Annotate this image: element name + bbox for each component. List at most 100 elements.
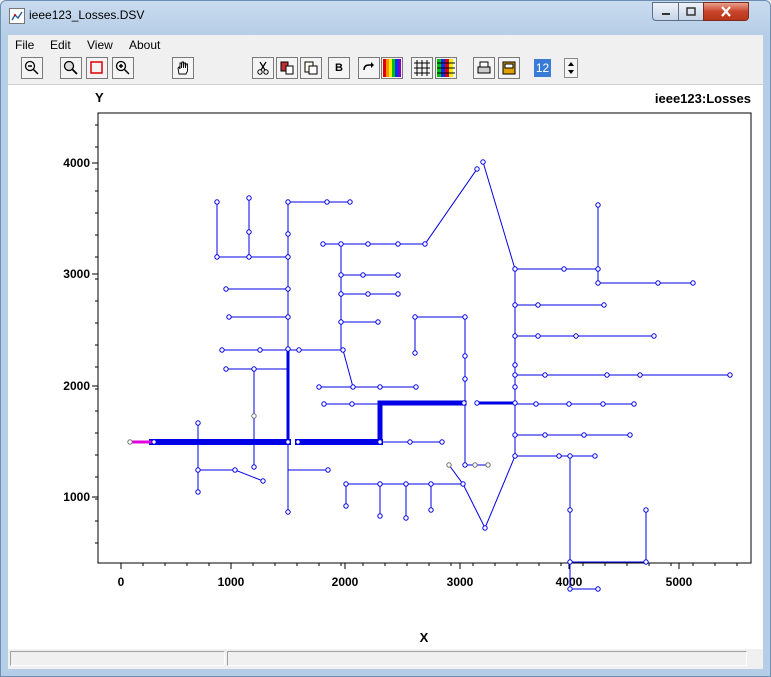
- bus-node: [595, 202, 601, 208]
- bus-node: [343, 503, 349, 509]
- bus-node: [512, 266, 518, 272]
- x-tick-label: 3000: [447, 575, 474, 589]
- grid-color-button[interactable]: [435, 57, 457, 79]
- close-button[interactable]: [703, 2, 749, 21]
- grid-button[interactable]: [411, 57, 433, 79]
- bus-node: [690, 280, 696, 286]
- zoom-out-button[interactable]: [21, 57, 43, 79]
- bus-node: [542, 372, 548, 378]
- title-bar[interactable]: ieee123_Losses.DSV: [1, 1, 770, 31]
- bus-node: [412, 350, 418, 356]
- bus-node: [412, 314, 418, 320]
- bus-node: [512, 384, 518, 390]
- bus-node: [285, 439, 291, 445]
- menu-view[interactable]: View: [87, 38, 113, 52]
- menu-file[interactable]: File: [15, 38, 34, 52]
- bus-node: [567, 453, 573, 459]
- redraw-icon: [363, 62, 374, 71]
- bus-node: [474, 400, 480, 406]
- bus-node: [257, 347, 263, 353]
- bus-node: [485, 462, 491, 468]
- print-button[interactable]: [473, 57, 495, 79]
- bus-node: [446, 462, 452, 468]
- bus-node: [251, 366, 257, 372]
- y-tick-label: 3000: [63, 267, 90, 281]
- bus-node: [296, 347, 302, 353]
- bus-node: [320, 241, 326, 247]
- bus-node: [512, 453, 518, 459]
- status-pane-1: [10, 651, 225, 666]
- zoom-box-button[interactable]: [86, 57, 108, 79]
- bus-node: [260, 478, 266, 484]
- client-area: File Edit View About B 12 Y ieee123:Loss…: [8, 35, 763, 669]
- bus-nodes: [127, 159, 733, 592]
- window-title: ieee123_Losses.DSV: [29, 8, 145, 22]
- bus-node: [637, 372, 643, 378]
- plot-canvas[interactable]: Y ieee123:Losses X 0 1000 2000 3000 4000 5000…: [8, 85, 763, 649]
- maximize-button[interactable]: [678, 2, 704, 21]
- menu-about[interactable]: About: [129, 38, 160, 52]
- circuit-plot[interactable]: Y ieee123:Losses X 0 1000 2000 3000 4000 5000…: [8, 85, 763, 649]
- bus-node: [321, 401, 327, 407]
- x-tick-label: 1000: [218, 575, 245, 589]
- bus-node: [643, 559, 649, 565]
- zoom-icon: [63, 60, 78, 75]
- cut-icon: [257, 61, 269, 75]
- cut-button[interactable]: [252, 57, 274, 79]
- toolbar: B 12: [8, 54, 763, 85]
- bus-node: [643, 507, 649, 513]
- bus-node: [338, 272, 344, 278]
- bus-node: [512, 302, 518, 308]
- font-size-spinner[interactable]: [564, 58, 578, 78]
- feeder-segment: [448, 464, 464, 485]
- zoom-out-icon: [24, 60, 39, 75]
- zoom-button[interactable]: [60, 57, 82, 79]
- bus-node: [460, 481, 466, 487]
- y-tick-label: 4000: [63, 156, 90, 170]
- bus-node: [651, 333, 657, 339]
- menu-edit[interactable]: Edit: [50, 38, 71, 52]
- bus-node: [403, 481, 409, 487]
- bus-node: [428, 481, 434, 487]
- y-tick-label: 1000: [63, 490, 90, 504]
- bus-node: [223, 286, 229, 292]
- bus-node: [251, 464, 257, 470]
- bus-node: [360, 272, 366, 278]
- bus-node: [727, 372, 733, 378]
- copy-icon: [280, 61, 294, 75]
- bus-node: [556, 453, 562, 459]
- bus-node: [347, 199, 353, 205]
- bus-node: [285, 286, 291, 292]
- bus-node: [226, 314, 232, 320]
- copy-button[interactable]: [276, 57, 298, 79]
- bus-node: [567, 507, 573, 513]
- bus-node: [604, 372, 610, 378]
- color-button[interactable]: [381, 57, 403, 79]
- pan-button[interactable]: [172, 57, 194, 79]
- bus-node: [316, 384, 322, 390]
- bus-node: [375, 319, 381, 325]
- bus-node: [428, 507, 434, 513]
- bus-node: [480, 159, 486, 165]
- feeder-segment: [462, 483, 486, 529]
- x-axis-label: X: [420, 630, 429, 645]
- plot-title: ieee123:Losses: [655, 91, 751, 106]
- bus-node: [219, 347, 225, 353]
- y-axis: 1000 2000 3000 4000: [63, 124, 98, 544]
- font-size-field[interactable]: 12: [534, 59, 551, 77]
- feeder-segment: [424, 168, 478, 245]
- paste-icon: [304, 61, 318, 75]
- print-preview-button[interactable]: [498, 57, 520, 79]
- x-tick-label: 5000: [666, 575, 693, 589]
- grid-color-icon: [437, 59, 455, 77]
- y-axis-label: Y: [95, 90, 104, 105]
- bus-node: [338, 291, 344, 297]
- spinner-arrows-icon: [568, 62, 574, 74]
- zoom-in-button[interactable]: [112, 57, 134, 79]
- bus-node: [461, 400, 467, 406]
- redraw-button[interactable]: [358, 57, 380, 79]
- bus-node: [581, 432, 587, 438]
- paste-button[interactable]: [300, 57, 322, 79]
- label-button[interactable]: B: [328, 57, 350, 79]
- minimize-button[interactable]: [652, 2, 679, 21]
